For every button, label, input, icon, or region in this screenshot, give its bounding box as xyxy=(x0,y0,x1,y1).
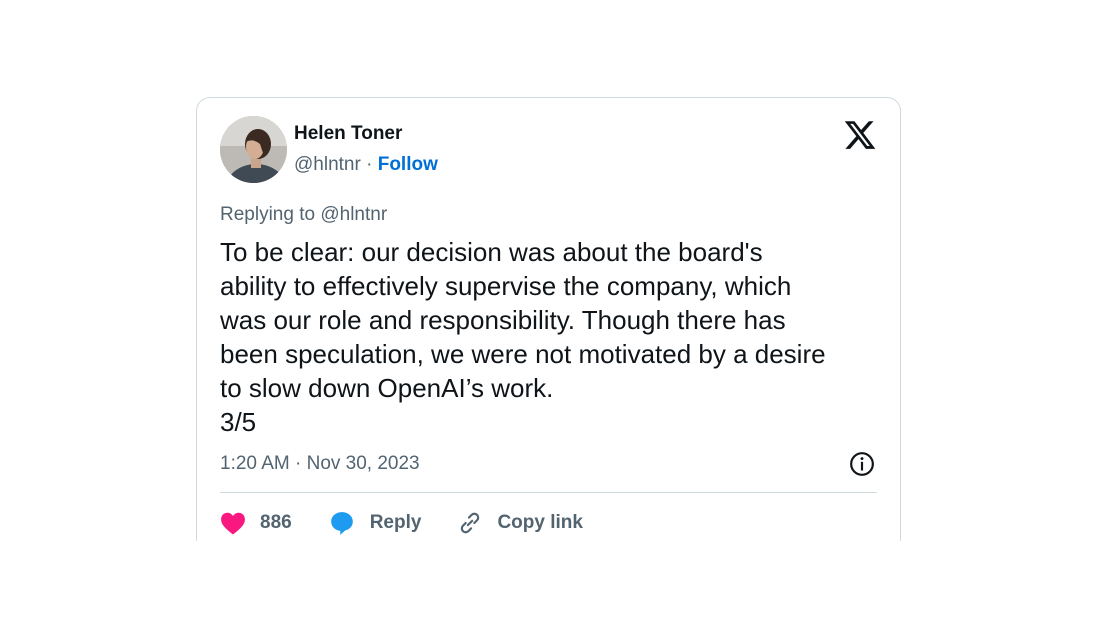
tweet-timestamp[interactable]: 1:20 AM · Nov 30, 2023 xyxy=(220,453,420,475)
link-icon xyxy=(461,512,480,534)
reply-button[interactable]: Reply xyxy=(328,510,422,536)
copy-link-button[interactable]: Copy link xyxy=(457,510,583,536)
tweet-text: To be clear: our decision was about the … xyxy=(220,237,826,437)
handle-separator: · xyxy=(366,154,373,175)
author-handle-line: @hlntnr · Follow xyxy=(294,154,438,176)
speech-bubble-icon xyxy=(330,512,353,535)
copy-link-label: Copy link xyxy=(497,512,583,533)
author-name[interactable]: Helen Toner xyxy=(294,123,402,145)
page-background xyxy=(190,541,910,618)
avatar-photo xyxy=(220,116,287,183)
reply-label: Reply xyxy=(369,512,422,533)
replying-to: Replying to @hlntnr xyxy=(220,204,387,226)
tweet-header: Helen Toner @hlntnr · Follow xyxy=(220,116,877,186)
like-button[interactable]: 886 xyxy=(220,511,292,535)
avatar[interactable] xyxy=(220,116,287,183)
info-icon[interactable] xyxy=(849,451,875,477)
replying-to-handle[interactable]: @hlntnr xyxy=(320,204,387,225)
heart-icon xyxy=(221,512,245,535)
follow-button[interactable]: Follow xyxy=(378,154,438,175)
tweet-card: Helen Toner @hlntnr · Follow Replying to… xyxy=(196,97,901,557)
x-logo-icon[interactable] xyxy=(843,118,877,152)
divider xyxy=(220,492,877,493)
replying-prefix: Replying to xyxy=(220,204,321,225)
tweet-actions: 886 Reply Copy link xyxy=(220,508,619,538)
like-count: 886 xyxy=(260,512,292,533)
author-handle[interactable]: @hlntnr xyxy=(294,154,361,175)
